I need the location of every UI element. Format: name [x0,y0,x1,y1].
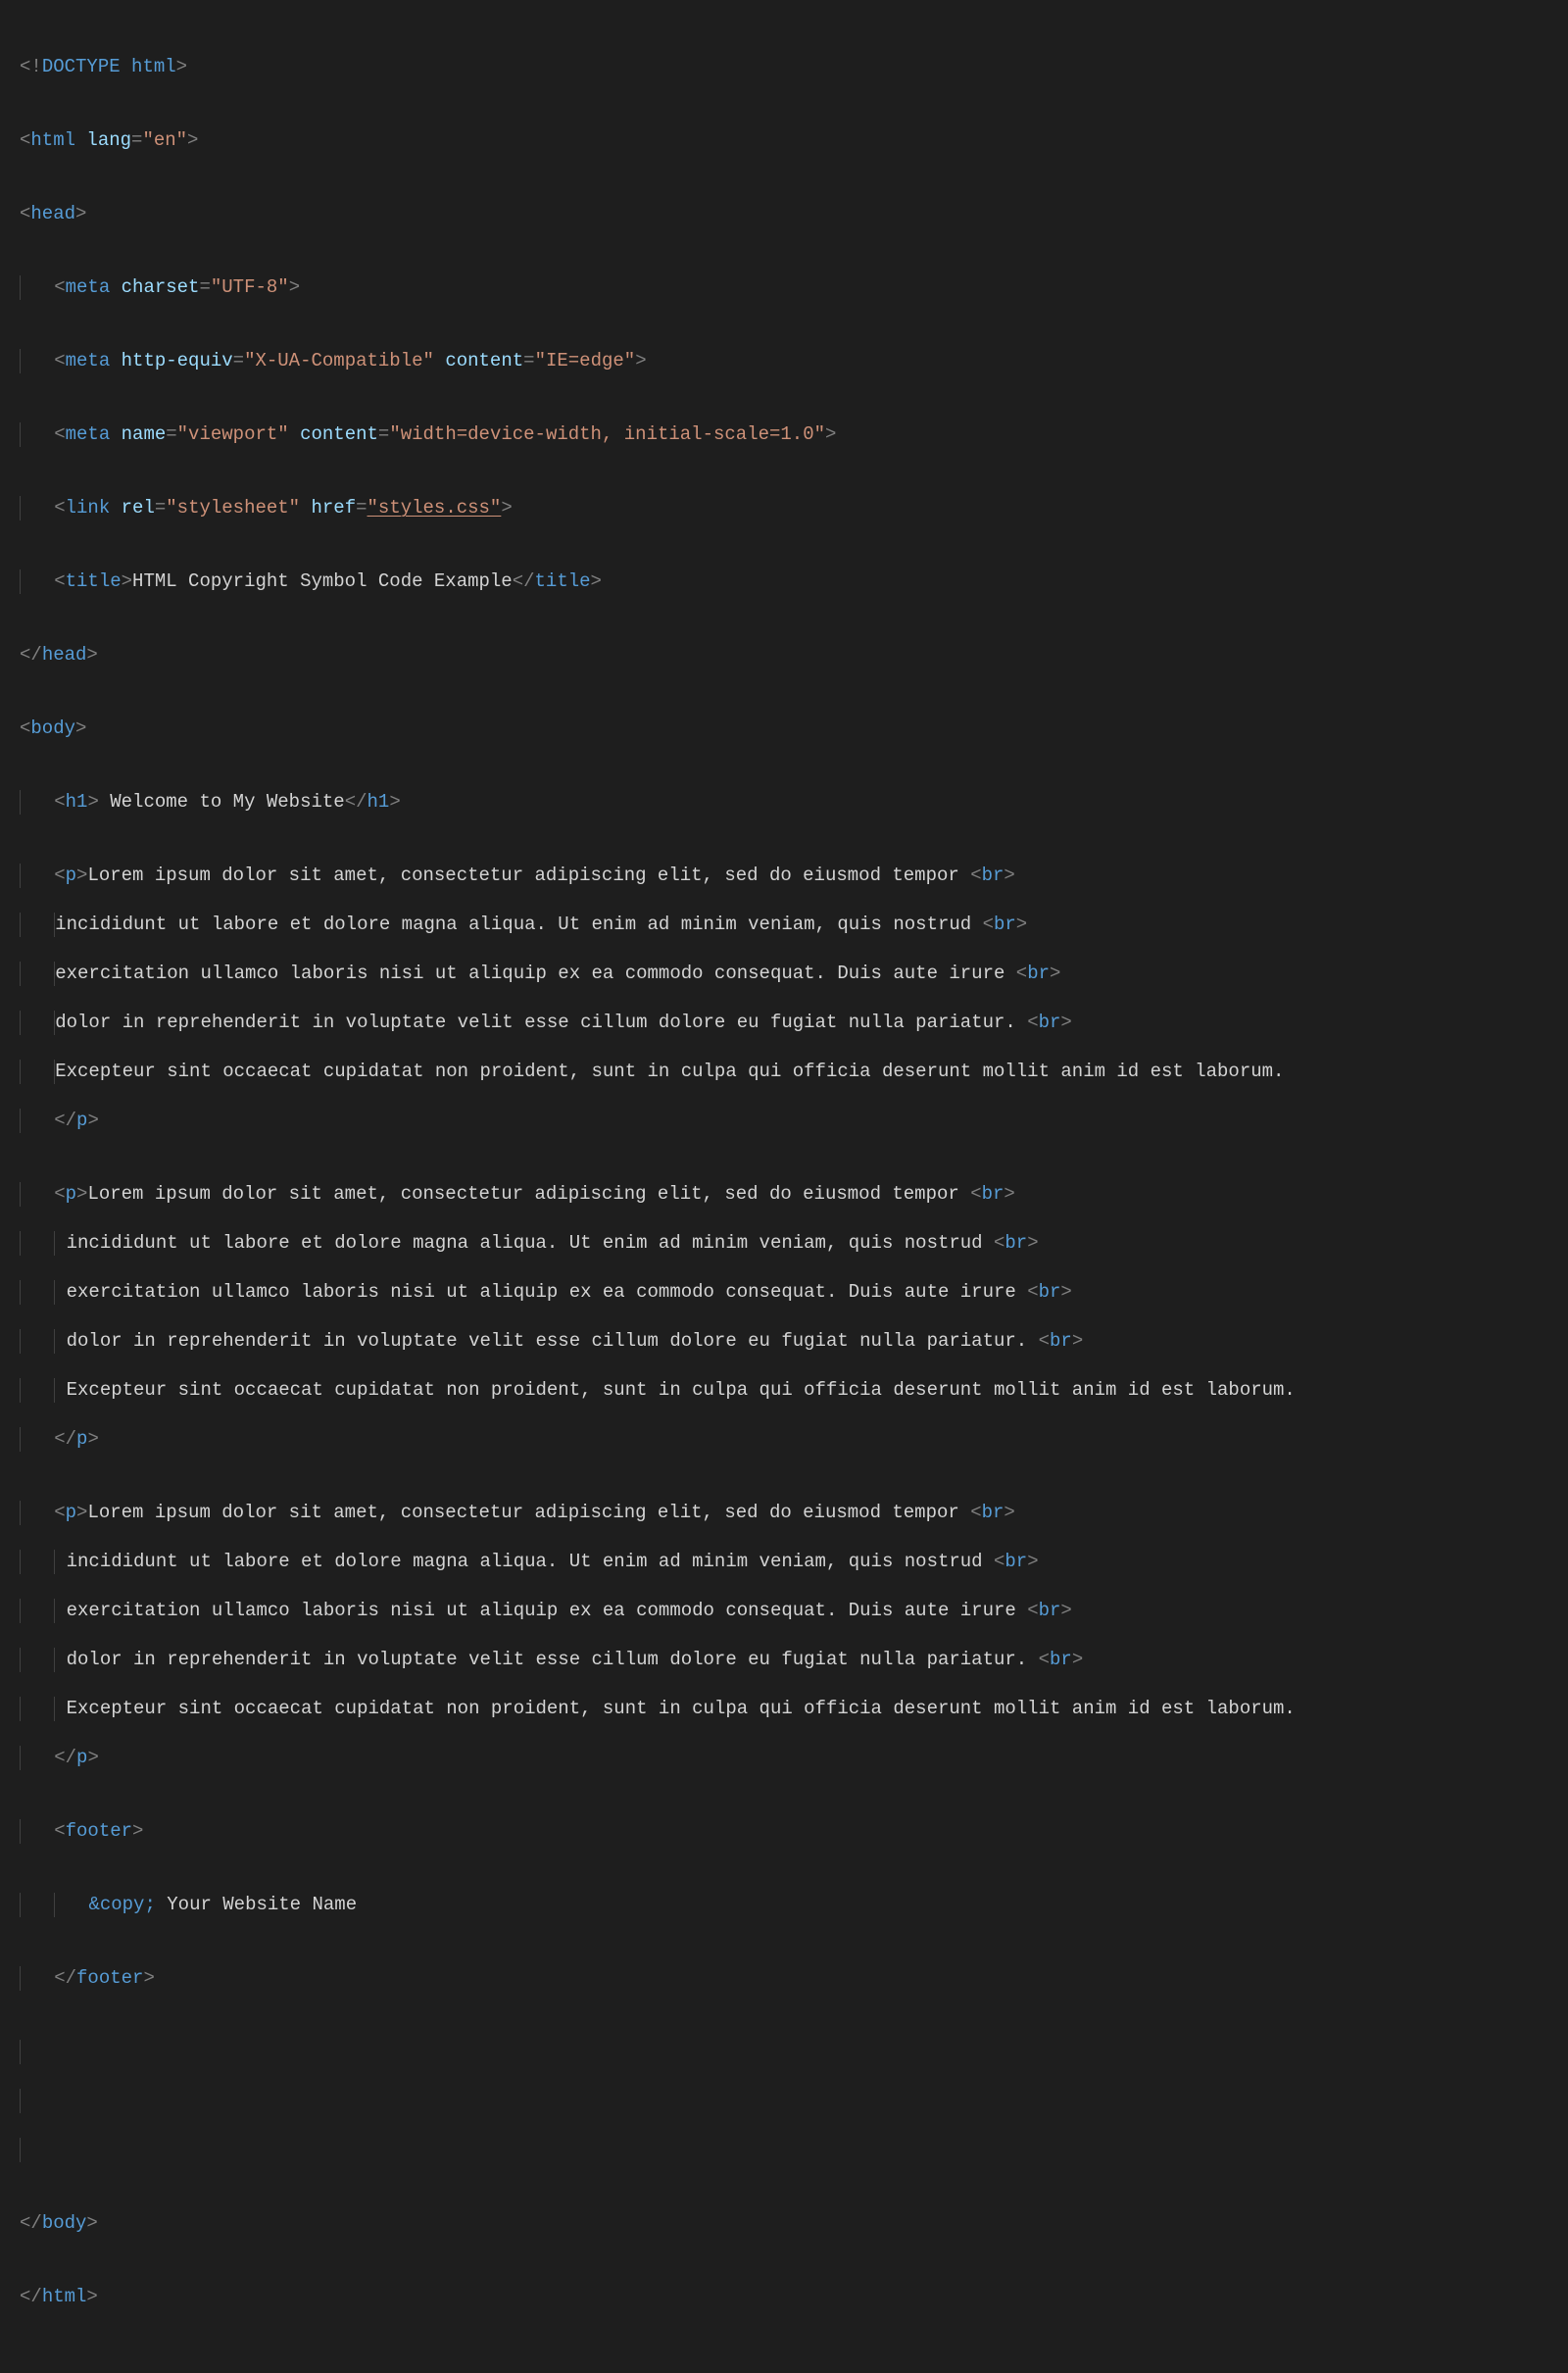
code-line: <meta http-equiv="X-UA-Compatible" conte… [20,349,1548,373]
code-line: Excepteur sint occaecat cupidatat non pr… [20,1697,1548,1721]
code-line: exercitation ullamco laboris nisi ut ali… [20,1599,1548,1623]
code-line: dolor in reprehenderit in voluptate veli… [20,1329,1548,1354]
code-line: <html lang="en"> [20,128,1548,153]
code-line: <h1> Welcome to My Website</h1> [20,790,1548,815]
code-line: </head> [20,643,1548,667]
href-link[interactable]: "styles.css" [368,497,502,519]
code-line: <p>Lorem ipsum dolor sit amet, consectet… [20,1182,1548,1207]
code-line: Excepteur sint occaecat cupidatat non pr… [20,1378,1548,1403]
code-line: exercitation ullamco laboris nisi ut ali… [20,1280,1548,1305]
code-line: <meta charset="UTF-8"> [20,275,1548,300]
code-line: <title>HTML Copyright Symbol Code Exampl… [20,569,1548,594]
code-line: <footer> [20,1819,1548,1844]
code-line: </p> [20,1109,1548,1133]
code-line: exercitation ullamco laboris nisi ut ali… [20,962,1548,986]
code-line: </html> [20,2285,1548,2309]
code-line: Excepteur sint occaecat cupidatat non pr… [20,1060,1548,1084]
code-line: incididunt ut labore et dolore magna ali… [20,913,1548,937]
code-line: <head> [20,202,1548,226]
code-line: &copy; Your Website Name [20,1893,1548,1917]
code-line: </body> [20,2211,1548,2236]
code-line: incididunt ut labore et dolore magna ali… [20,1231,1548,1256]
code-line: </p> [20,1746,1548,1770]
code-line: <body> [20,717,1548,741]
code-line: dolor in reprehenderit in voluptate veli… [20,1648,1548,1672]
code-line: <link rel="stylesheet" href="styles.css"… [20,496,1548,520]
code-line: <p>Lorem ipsum dolor sit amet, consectet… [20,1501,1548,1525]
code-line [20,2089,1548,2113]
code-line: </p> [20,1427,1548,1452]
code-line: <!DOCTYPE html> [20,55,1548,79]
code-editor[interactable]: <!DOCTYPE html> <html lang="en"> <head> … [0,0,1568,2373]
code-line [20,2040,1548,2064]
code-line: incididunt ut labore et dolore magna ali… [20,1550,1548,1574]
code-line: <meta name="viewport" content="width=dev… [20,422,1548,447]
code-line [20,2138,1548,2162]
code-line: </footer> [20,1966,1548,1991]
code-line: <p>Lorem ipsum dolor sit amet, consectet… [20,864,1548,888]
code-line: dolor in reprehenderit in voluptate veli… [20,1011,1548,1035]
